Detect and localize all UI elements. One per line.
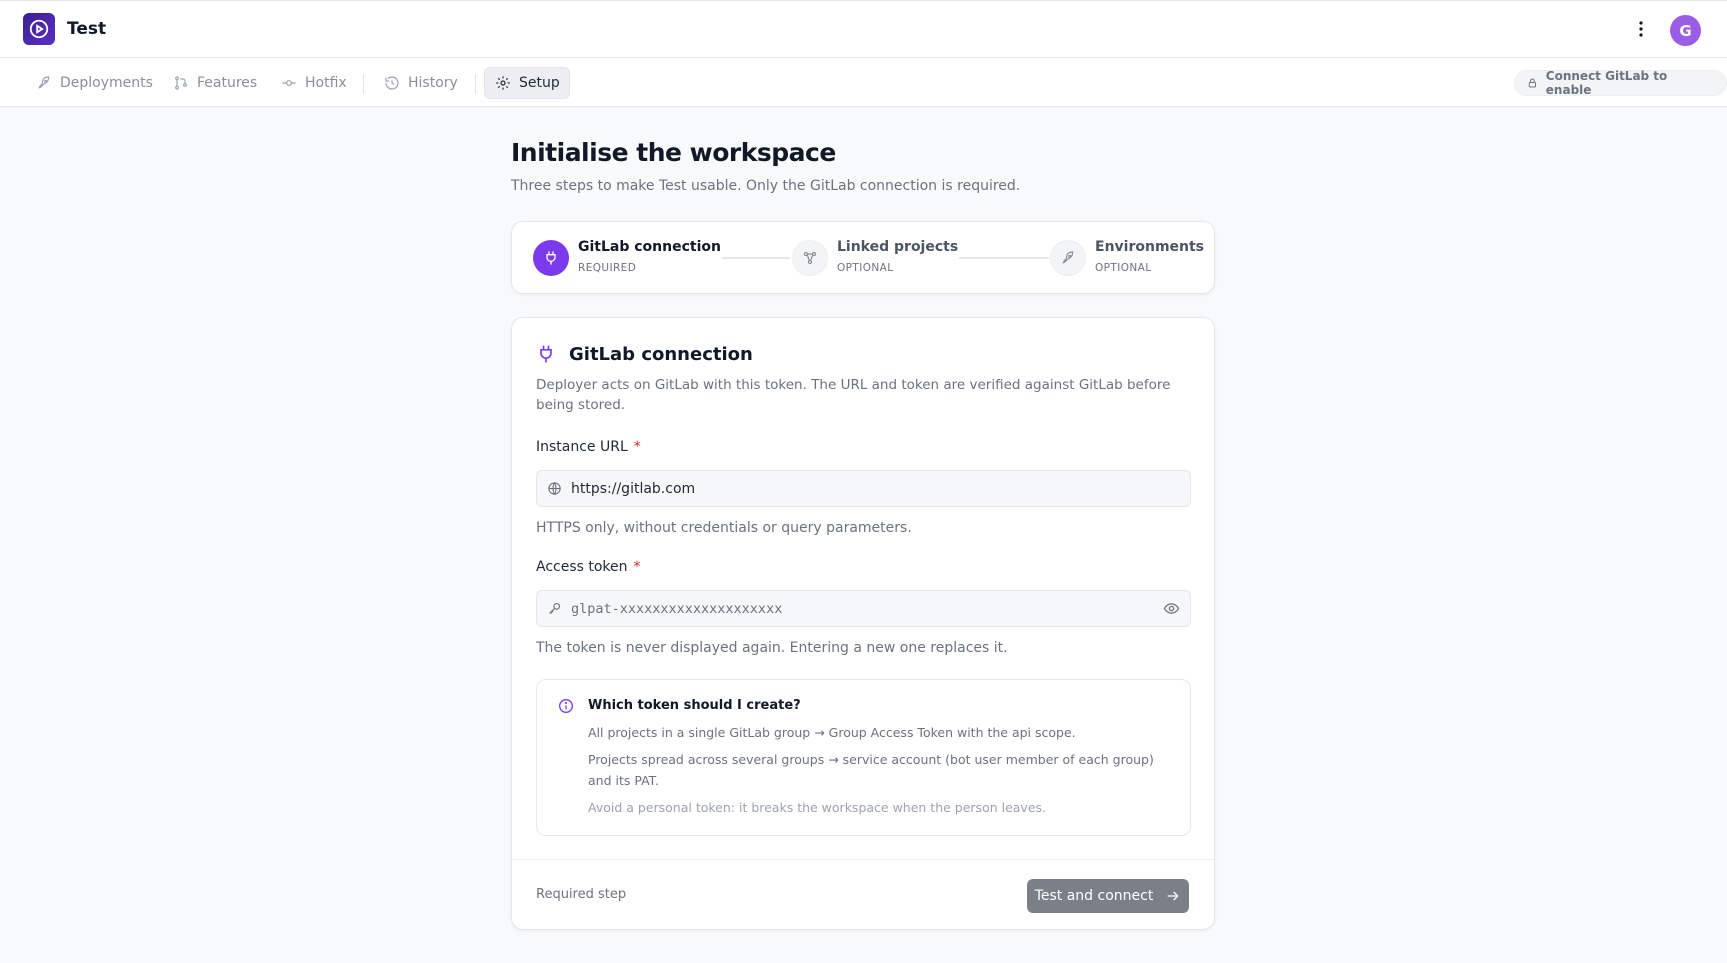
rocket-icon bbox=[38, 76, 50, 89]
nav-label: History bbox=[408, 75, 458, 91]
arrow-right-icon bbox=[1167, 891, 1179, 901]
step-2-indicator[interactable] bbox=[792, 240, 828, 276]
plug-icon bbox=[536, 344, 556, 368]
info-title: Which token should I create? bbox=[588, 698, 801, 713]
nav-divider bbox=[475, 74, 476, 94]
git-branch-icon bbox=[175, 76, 187, 90]
nav-item-features[interactable]: Features bbox=[163, 67, 267, 99]
lock-icon bbox=[1528, 78, 1537, 88]
step-3-indicator[interactable] bbox=[1050, 240, 1086, 276]
more-menu-icon[interactable] bbox=[1631, 17, 1651, 41]
step-connector bbox=[959, 257, 1049, 259]
info-line-personal-token-warning: Avoid a personal token: it breaks the wo… bbox=[588, 800, 1047, 815]
step-2-tag: OPTIONAL bbox=[837, 262, 894, 274]
rocket-icon bbox=[1062, 251, 1074, 264]
app-title: Test bbox=[67, 19, 107, 39]
test-and-connect-label: Test and connect bbox=[1034, 888, 1154, 904]
instance-url-input[interactable]: https://gitlab.com bbox=[536, 470, 1191, 507]
gitlab-connection-card: GitLab connection Deployer acts on GitLa… bbox=[511, 317, 1215, 930]
access-token-hint: The token is never displayed again. Ente… bbox=[536, 640, 1008, 656]
page-subtitle: Three steps to make Test usable. Only th… bbox=[511, 178, 1021, 194]
nav-label: Deployments bbox=[60, 75, 153, 91]
nav-label: Setup bbox=[519, 75, 560, 91]
info-line-service-account: Projects spread across several groups → … bbox=[588, 752, 1154, 788]
setup-stepper: GitLab connection REQUIRED Linked projec… bbox=[511, 221, 1215, 294]
token-help-box: Which token should I create? All project… bbox=[536, 679, 1191, 836]
step-1-tag: REQUIRED bbox=[578, 262, 637, 274]
plug-icon bbox=[546, 251, 556, 265]
access-token-label-text: Access token bbox=[536, 559, 628, 575]
test-and-connect-button[interactable]: Test and connect bbox=[1027, 879, 1189, 913]
access-token-label: Access token * bbox=[536, 559, 641, 575]
nav-item-deployments[interactable]: Deployments bbox=[26, 67, 163, 99]
connect-gitlab-label: Connect GitLab to enable bbox=[1545, 69, 1668, 97]
share-nodes-icon bbox=[803, 251, 817, 265]
step-2-title: Linked projects bbox=[837, 239, 959, 255]
top-bar: Test G bbox=[0, 0, 1727, 58]
instance-url-hint: HTTPS only, without credentials or query… bbox=[536, 520, 912, 536]
instance-url-label-text: Instance URL bbox=[536, 439, 628, 455]
history-icon bbox=[385, 76, 399, 90]
show-token-eye-icon[interactable] bbox=[1163, 600, 1180, 621]
user-avatar[interactable]: G bbox=[1670, 15, 1701, 46]
required-marker: * bbox=[633, 439, 641, 455]
nav-label: Hotfix bbox=[305, 75, 347, 91]
instance-url-value: https://gitlab.com bbox=[571, 480, 696, 497]
step-connector bbox=[722, 257, 790, 259]
nav-item-hotfix[interactable]: Hotfix bbox=[271, 67, 357, 99]
card-title: GitLab connection bbox=[569, 344, 753, 365]
required-step-label: Required step bbox=[536, 887, 627, 902]
step-1-title: GitLab connection bbox=[578, 239, 721, 255]
nav-item-setup[interactable]: Setup bbox=[484, 67, 570, 99]
step-3-tag: OPTIONAL bbox=[1095, 262, 1152, 274]
git-commit-icon bbox=[282, 80, 296, 86]
step-1-indicator[interactable] bbox=[533, 240, 569, 276]
app-logo-icon[interactable] bbox=[23, 13, 55, 45]
connect-gitlab-badge[interactable]: Connect GitLab to enable bbox=[1514, 69, 1727, 97]
page-title: Initialise the workspace bbox=[511, 138, 836, 167]
key-icon bbox=[549, 602, 561, 614]
step-3-title: Environments bbox=[1095, 239, 1205, 255]
nav-divider bbox=[363, 74, 364, 94]
nav-item-history[interactable]: History bbox=[374, 67, 468, 99]
instance-url-label: Instance URL * bbox=[536, 439, 641, 455]
info-icon bbox=[558, 698, 574, 718]
nav-label: Features bbox=[197, 75, 258, 91]
access-token-input[interactable]: glpat-xxxxxxxxxxxxxxxxxxxx bbox=[536, 590, 1191, 627]
gear-icon bbox=[496, 76, 510, 90]
access-token-placeholder: glpat-xxxxxxxxxxxxxxxxxxxx bbox=[571, 600, 783, 617]
card-footer: Required step Test and connect bbox=[512, 859, 1214, 929]
required-marker: * bbox=[633, 559, 641, 575]
info-line-group-token: All projects in a single GitLab group → … bbox=[588, 725, 1076, 740]
card-description: Deployer acts on GitLab with this token.… bbox=[536, 377, 1171, 413]
globe-icon bbox=[548, 482, 561, 495]
nav-bar: Deployments Features Hotfix History Setu… bbox=[0, 58, 1727, 107]
